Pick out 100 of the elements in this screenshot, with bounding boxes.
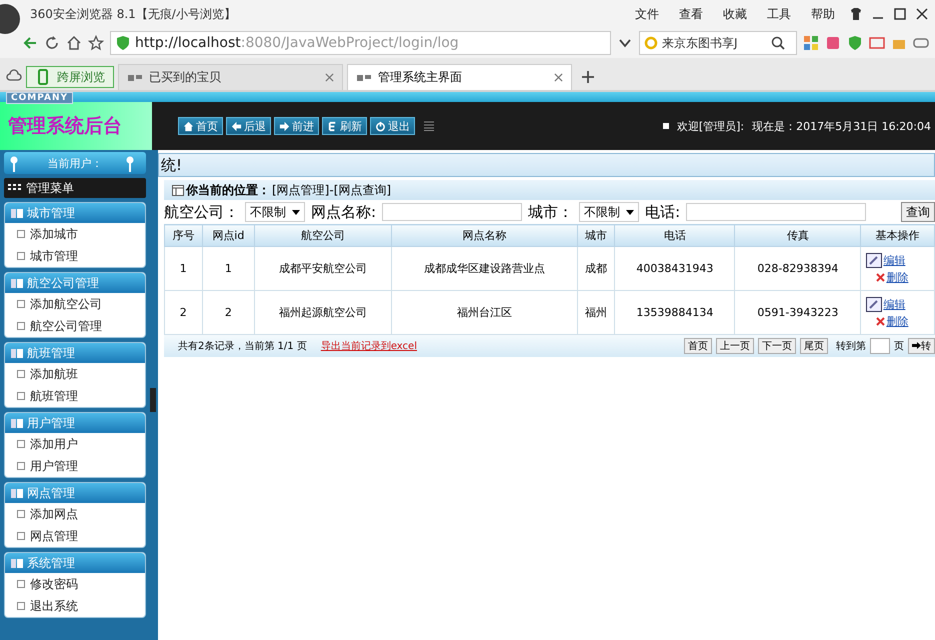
input-field[interactable] (686, 203, 866, 221)
grip-icon (424, 121, 434, 131)
plus-icon[interactable] (580, 69, 596, 85)
page-suffix: 页 (894, 340, 904, 353)
folder-icon (17, 602, 25, 610)
bookmark-icon[interactable] (825, 35, 841, 51)
column-header: 网点id (202, 224, 255, 246)
cross-icon (876, 272, 886, 282)
table-cell: 成都平安航空公司 (254, 246, 392, 290)
search-icon[interactable] (770, 35, 786, 51)
nav-button[interactable]: 后退 (226, 117, 271, 135)
menu-item[interactable]: 退出系统 (5, 595, 145, 617)
menu-item[interactable]: 文件 (633, 4, 661, 24)
page-button[interactable]: 首页 (684, 338, 712, 354)
export-link[interactable]: 导出当前记录到excel (320, 339, 417, 353)
delete-link[interactable]: 删除 (866, 314, 908, 328)
browser-tab[interactable]: 已买到的宝贝 (118, 64, 343, 90)
breadcrumb-label: 你当前的位置： (186, 182, 270, 198)
menu-item[interactable]: 添加城市 (5, 223, 145, 245)
menu-item[interactable]: 帮助 (809, 4, 837, 24)
browser-tab[interactable]: 管理系统主界面 (347, 64, 572, 90)
home-icon[interactable] (66, 35, 82, 51)
folder-icon (17, 392, 25, 400)
page-button[interactable]: 下一页 (758, 338, 796, 354)
nav-button[interactable]: 刷新 (322, 117, 367, 135)
folder-icon (17, 510, 25, 518)
column-header: 传真 (734, 224, 861, 246)
nav-button[interactable]: 退出 (370, 117, 415, 135)
filter-label: 航空公司： (164, 202, 239, 222)
filter-label: 网点名称: (311, 202, 376, 222)
menu-item[interactable]: 收藏 (721, 4, 749, 24)
menu-item[interactable]: 添加网点 (5, 503, 145, 525)
folder-icon (17, 322, 25, 330)
folder-icon (17, 440, 25, 448)
menu-item[interactable]: 航空公司管理 (5, 315, 145, 337)
menu-item[interactable]: 查看 (677, 4, 705, 24)
menu-item[interactable]: 用户管理 (5, 455, 145, 477)
square-icon (662, 123, 669, 129)
search-field[interactable]: 来京东图书享J (662, 36, 767, 50)
close-icon[interactable] (915, 7, 929, 21)
book-icon (11, 488, 23, 498)
image-icon[interactable] (869, 35, 885, 51)
menu-title: 管理菜单 (26, 180, 74, 196)
delete-link[interactable]: 删除 (866, 270, 908, 284)
input-field[interactable] (382, 203, 522, 221)
go-button[interactable]: 转 (908, 338, 935, 354)
shield-icon[interactable] (847, 35, 863, 51)
apps-grid-icon[interactable] (803, 35, 819, 51)
folder-icon (17, 580, 25, 588)
folder-icon (17, 370, 25, 378)
menu-item[interactable]: 城市管理 (5, 245, 145, 267)
menu-item[interactable]: 添加用户 (5, 433, 145, 455)
folder-icon (17, 230, 25, 238)
query-button[interactable]: 查询 (901, 202, 935, 222)
left-arrow-icon (231, 120, 242, 132)
folder-icon (17, 532, 25, 540)
search-box[interactable]: 来京东图书享J (639, 31, 797, 55)
shirt-icon[interactable] (849, 7, 863, 21)
column-header: 基本操作 (860, 224, 934, 246)
menu-item[interactable]: 添加航空公司 (5, 293, 145, 315)
select-field[interactable]: 不限制 (245, 202, 305, 222)
caret-icon (292, 210, 300, 214)
page-button[interactable]: 上一页 (716, 338, 754, 354)
folder-icon (17, 462, 25, 470)
table-cell: 1 (202, 246, 255, 290)
nav-button[interactable]: 首页 (178, 117, 223, 135)
pin-icon (126, 156, 134, 172)
cross-icon (876, 316, 886, 326)
column-header: 城市 (577, 224, 615, 246)
page-input[interactable] (870, 338, 890, 354)
table-cell: 成都 (577, 246, 615, 290)
table-icon (172, 184, 184, 196)
pencil-icon (866, 252, 882, 268)
edit-link[interactable]: 编辑 (866, 252, 906, 268)
edit-link[interactable]: 编辑 (866, 296, 906, 312)
menu-item[interactable]: 工具 (765, 4, 793, 24)
back-icon[interactable] (22, 35, 38, 51)
goto-label: 转到第 (836, 340, 866, 353)
folder-icon (17, 252, 25, 260)
browser-tab[interactable]: 跨屏浏览 (26, 66, 114, 88)
menu-item[interactable]: 航班管理 (5, 385, 145, 407)
maximize-icon[interactable] (893, 7, 907, 21)
page-button[interactable]: 尾页 (800, 338, 828, 354)
current-user-label: 当前用户： (48, 156, 102, 170)
collapse-handle[interactable] (150, 388, 156, 412)
menu-item[interactable]: 网点管理 (5, 525, 145, 547)
nav-button[interactable]: 前进 (274, 117, 319, 135)
filter-label: 城市： (528, 202, 574, 222)
select-field[interactable]: 不限制 (579, 202, 640, 222)
right-arrow-icon (912, 342, 921, 349)
menu-item[interactable]: 添加航班 (5, 363, 145, 385)
star-icon[interactable] (88, 35, 104, 51)
table-cell: 40038431943 (614, 246, 735, 290)
window-title: 360安全浏览器 8.1【无痕/小号浏览】 (30, 6, 237, 22)
pencil-icon (866, 296, 882, 312)
address-field[interactable]: http://localhost:8080/JavaWebProject/login/log (110, 31, 611, 55)
record-summary: 共有2条记录，当前第 1/1 页 (178, 340, 307, 353)
book-icon (11, 348, 23, 358)
power-icon (375, 120, 386, 132)
menu-item[interactable]: 修改密码 (5, 573, 145, 595)
